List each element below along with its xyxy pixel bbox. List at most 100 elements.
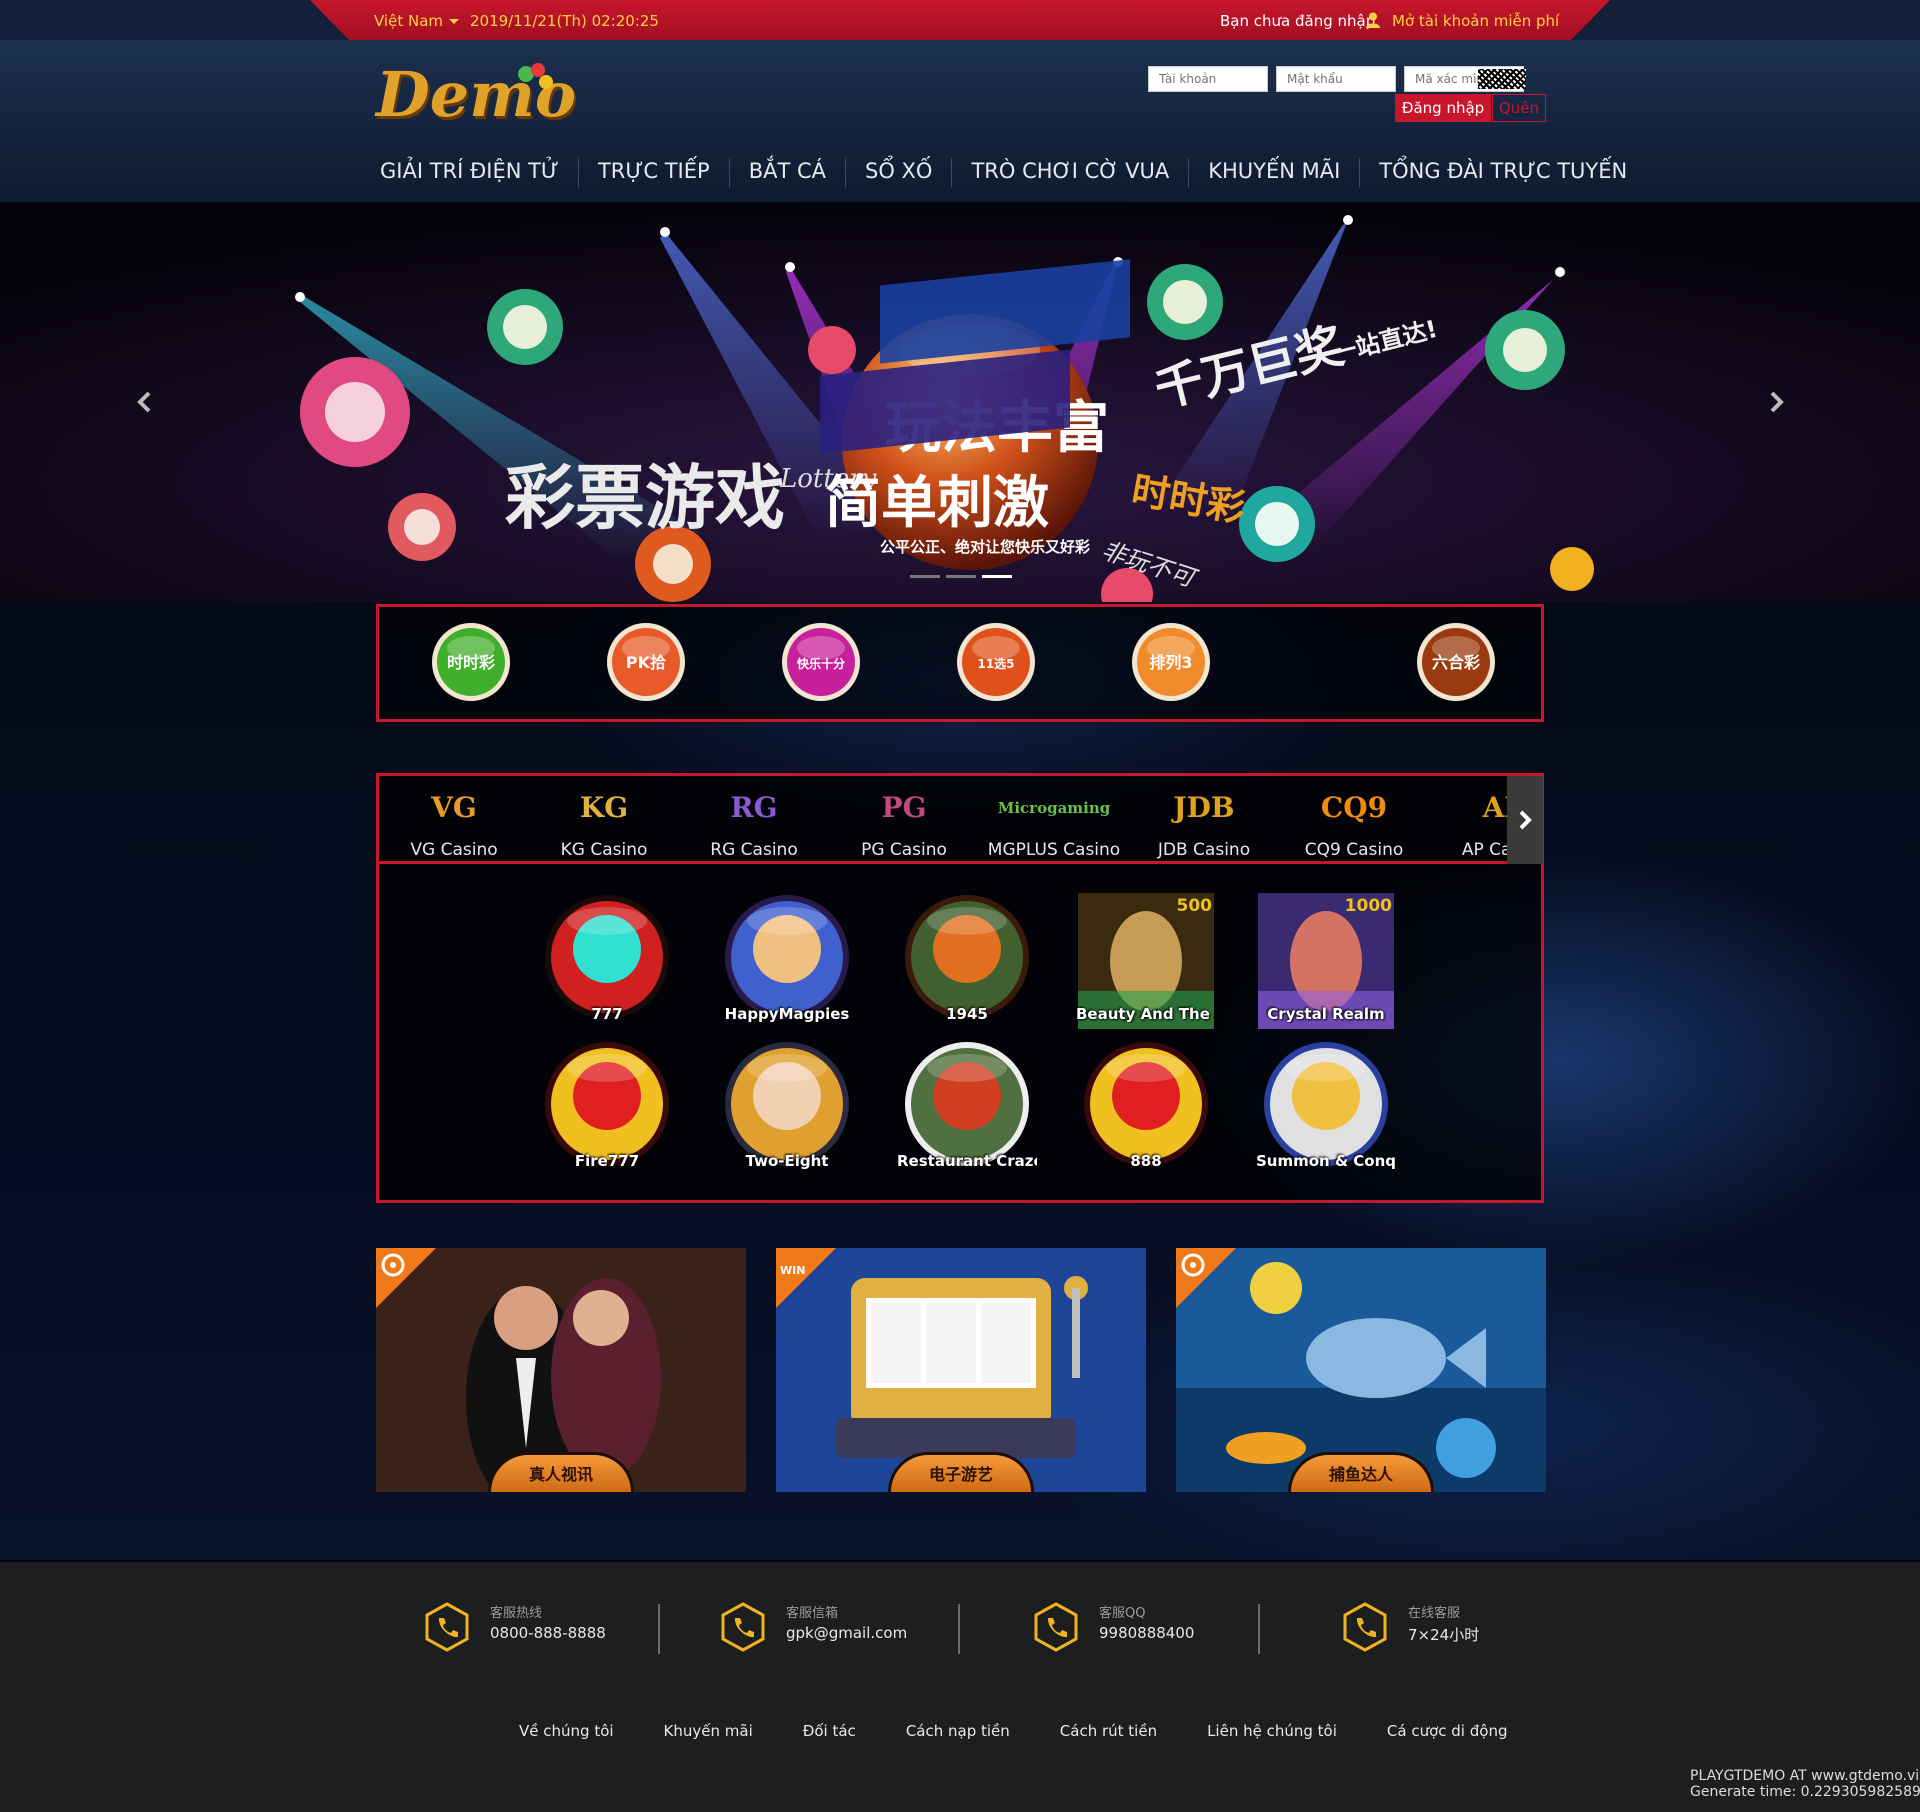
game-tile[interactable]: Restaurant Craze [897,1038,1037,1178]
main-nav: GIẢI TRÍ ĐIỆN TỬ TRỰC TIẾP BẮT CÁ SỔ XỐ … [380,158,1646,188]
promo-corner-badge: WIN [776,1248,836,1308]
contact-divider [1258,1604,1260,1654]
banner-dot[interactable] [946,575,976,578]
nav-item-promotions[interactable]: KHUYẾN MÃI [1189,158,1361,188]
footer-meta-line2: Generate time: 0.2293059825897247 [1690,1784,1920,1800]
game-badge: 1000 [1345,896,1392,916]
footer [0,1562,1920,1812]
tab-vg-casino[interactable]: VG VG Casino [379,776,529,861]
phone-icon [721,1602,765,1652]
tab-label: CQ9 Casino [1304,840,1404,860]
promo-label[interactable]: 捕鱼达人 [1288,1452,1434,1492]
footer-link[interactable]: Cá cược di động [1387,1722,1508,1740]
contact-value: 9980888400 [1099,1624,1195,1642]
promo-label[interactable]: 真人视讯 [488,1452,634,1492]
game-tile[interactable]: Summon & Conquer [1256,1038,1396,1178]
game-tile[interactable]: Fire777 [537,1038,677,1178]
game-tile[interactable]: 1000 Crystal Realm [1256,891,1396,1031]
nav-item-support[interactable]: TỔNG ĐÀI TRỰC TUYẾN [1360,158,1646,188]
language-label: Việt Nam [374,12,444,30]
footer-meta-line1: PLAYGTDEMO AT www.gtdemo.vip [1690,1768,1920,1784]
nav-item-electronic[interactable]: GIẢI TRÍ ĐIỆN TỬ [380,158,579,188]
chevron-down-icon [449,19,460,24]
footer-meta: PLAYGTDEMO AT www.gtdemo.vip Generate ti… [1690,1768,1920,1800]
game-name: Beauty And The Kingdom [1076,1005,1216,1023]
tab-label: JDB Casino [1157,840,1251,860]
tab-kg-casino[interactable]: KG KG Casino [529,776,679,861]
contact-label: 在线客服 [1408,1606,1461,1621]
site-logo[interactable]: Demo [376,58,576,138]
casino-panel: VG VG Casino KG KG Casino RG RG Casino PG PG Ca… [376,773,1544,1203]
contact-label: 客服QQ [1099,1606,1146,1621]
pk10-icon[interactable]: PK拾 [606,622,686,702]
phone-icon [1343,1602,1387,1652]
nav-item-chess[interactable]: TRÒ CHƠI CỜ VUA [952,158,1190,188]
register-link[interactable]: Mở tài khoản miễn phí [1392,12,1559,30]
banner-dot-active[interactable] [982,575,1012,578]
footer-link[interactable]: Cách rút tiền [1060,1722,1157,1740]
promo-card[interactable]: WIN 电子游艺 [776,1248,1146,1492]
lottery-icon-text: PK拾 [626,653,666,672]
account-input[interactable] [1148,66,1268,92]
tab-pg-casino[interactable]: PG PG Casino [829,776,979,861]
nav-item-live[interactable]: TRỰC TIẾP [579,158,730,188]
game-tile[interactable]: 777 [537,891,677,1031]
game-name: HappyMagpies [724,1005,850,1023]
tab-jdb-casino[interactable]: JDB JDB Casino [1129,776,1279,861]
tab-label: KG Casino [560,840,648,860]
banner-artwork: Lottery 彩票游戏 玩法丰富 简单刺激 公平公正、绝对让您快乐又好彩 千万… [0,202,1920,602]
contact-label: 客服信箱 [786,1606,839,1621]
contact-label: 客服热线 [490,1606,543,1621]
nav-item-lottery[interactable]: SỔ XỐ [846,158,953,188]
provider-logo: Microgaming [997,799,1111,817]
current-datetime: 2019/11/21(Th) 02:20:25 [470,12,659,30]
game-tile[interactable]: Two-Eight [717,1038,857,1178]
game-tile[interactable]: 888 [1076,1038,1216,1178]
footer-link[interactable]: Cách nạp tiền [906,1722,1010,1740]
banner-prev-arrow-icon[interactable] [135,390,155,414]
provider-logo: CQ9 [1320,791,1388,824]
tab-label: VG Casino [410,840,498,860]
tab-rg-casino[interactable]: RG RG Casino [679,776,829,861]
game-name: 888 [1130,1152,1162,1170]
game-tile[interactable]: 1945 [897,891,1037,1031]
promo-card[interactable]: 真人视讯 [376,1248,746,1492]
game-name: Two-Eight [745,1152,829,1170]
provider-logo: KG [579,791,629,824]
11x5-icon[interactable]: 11选5 [956,622,1036,702]
nav-item-fishing[interactable]: BẮT CÁ [730,158,846,188]
footer-link[interactable]: Về chúng tôi [519,1722,614,1740]
hero-banner[interactable]: Lottery 彩票游戏 玩法丰富 简单刺激 公平公正、绝对让您快乐又好彩 千万… [0,202,1920,602]
tab-cq9-casino[interactable]: CQ9 CQ9 Casino [1279,776,1429,861]
svg-text:WIN: WIN [780,1264,805,1277]
tabs-next-arrow-icon[interactable] [1507,776,1543,864]
game-tile[interactable]: 500 Beauty And The Kingdom [1076,891,1216,1031]
contact-value: gpk@gmail.com [786,1624,908,1642]
password-input[interactable] [1276,66,1396,92]
provider-logo: PG [881,791,927,824]
footer-link[interactable]: Đối tác [803,1722,856,1740]
pailie3-icon[interactable]: 排列3 [1131,622,1211,702]
tab-label: MGPLUS Casino [987,840,1121,860]
marksix-icon[interactable]: 六合彩 [1416,622,1496,702]
footer-link[interactable]: Khuyến mãi [664,1722,753,1740]
game-tile[interactable]: HappyMagpies [717,891,857,1031]
captcha-image[interactable] [1478,69,1526,89]
casino-provider-tabs: VG VG Casino KG KG Casino RG RG Casino PG PG Ca… [379,776,1541,864]
language-selector[interactable]: Việt Nam [374,12,460,30]
happy10-icon[interactable]: 快乐十分 [781,622,861,702]
chongqing-ssc-icon[interactable]: 时时彩 [431,622,511,702]
forgot-password-button[interactable]: Quên [1492,94,1546,122]
game-name: Crystal Realm [1267,1005,1385,1023]
provider-logo: VG [431,791,477,824]
banner-dot[interactable] [910,575,940,578]
promo-label[interactable]: 电子游艺 [888,1452,1034,1492]
login-button[interactable]: Đăng nhập [1395,94,1491,122]
tab-mgplus-casino[interactable]: Microgaming MGPLUS Casino [979,776,1129,861]
banner-next-arrow-icon[interactable] [1766,390,1786,414]
game-name: Summon & Conquer [1256,1152,1396,1170]
footer-link[interactable]: Liên hệ chúng tôi [1207,1722,1337,1740]
provider-logo: JDB [1173,791,1235,824]
promo-corner-badge [1176,1248,1236,1308]
promo-card[interactable]: 捕鱼达人 [1176,1248,1546,1492]
